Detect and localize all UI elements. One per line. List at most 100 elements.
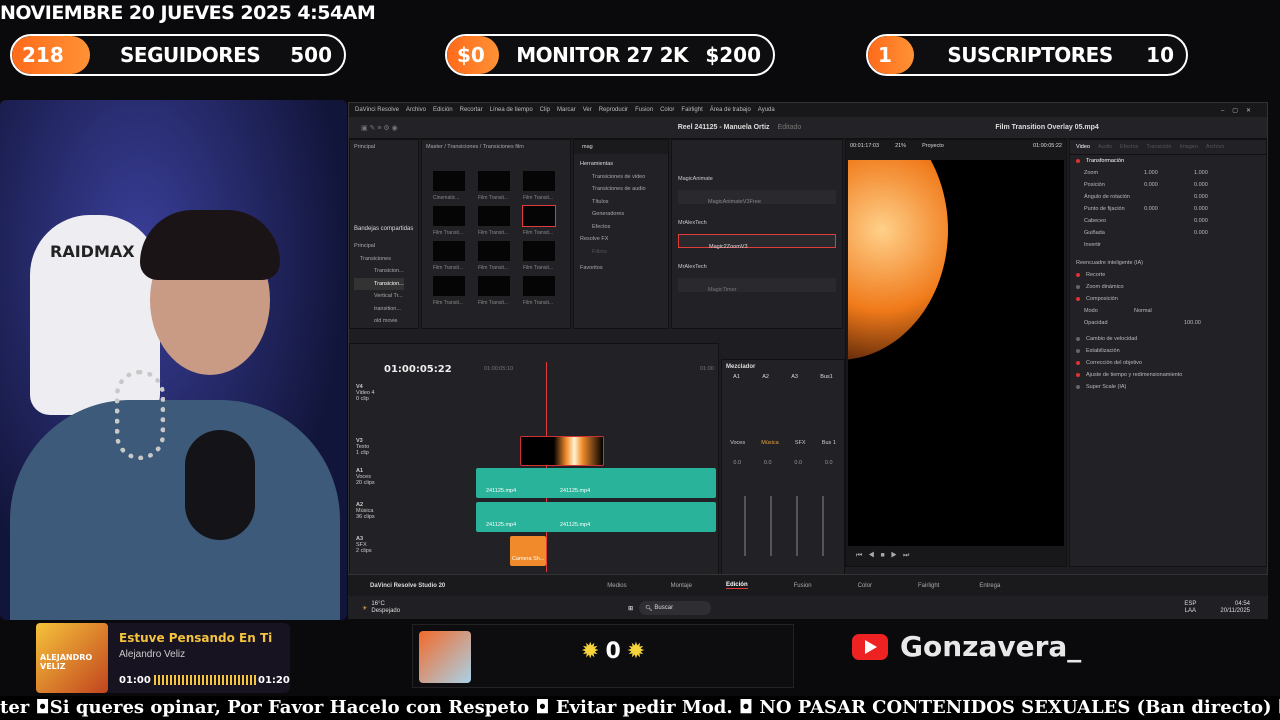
clip-thumbnail[interactable]: Film Transit... xyxy=(477,240,511,271)
menu-item[interactable]: Reproducir xyxy=(599,107,628,113)
section-composite[interactable]: Composición xyxy=(1070,293,1266,305)
window-controls[interactable]: –▢✕ xyxy=(1221,107,1267,114)
menu-item[interactable]: Fairlight xyxy=(681,107,702,113)
weather-icon: ☀ xyxy=(362,605,368,612)
clip-thumbnail[interactable]: Film Transit... xyxy=(432,205,466,236)
now-playing-widget: ALEJANDRO VELIZ Estuve Pensando En Ti Al… xyxy=(36,623,290,693)
page-tab-edit[interactable]: Edición xyxy=(725,582,748,589)
taskbar-search[interactable]: 🔍︎ Buscar xyxy=(639,601,712,615)
param-row[interactable]: Zoom 1.000 1.000 xyxy=(1070,167,1266,179)
mixer-faders[interactable] xyxy=(732,496,836,556)
section-transform[interactable]: Transformación xyxy=(1070,155,1266,167)
toolbar-icons[interactable]: ▣ ✎ ≡ ⚙ ◉ xyxy=(361,124,398,132)
menu-item[interactable]: Área de trabajo xyxy=(710,107,751,113)
param-row[interactable]: Cabeceo 0.000 xyxy=(1070,215,1266,227)
clip-thumbnail[interactable]: Film Transit... xyxy=(522,275,556,306)
bin-item[interactable]: Transicion... xyxy=(354,265,404,278)
inspector-tab[interactable]: Efectos xyxy=(1120,144,1138,150)
effects-search[interactable]: mag xyxy=(574,140,668,154)
page-tab-deliver[interactable]: Entrega xyxy=(979,583,1000,589)
effects-tree-item[interactable]: Transiciones de audio xyxy=(580,183,668,196)
section-smart-reframe[interactable]: Reencuadre inteligente (IA) xyxy=(1070,257,1266,269)
menu-item[interactable]: Edición xyxy=(433,107,453,113)
effects-tree-item[interactable]: Favoritos xyxy=(580,262,668,275)
section-retime[interactable]: Ajuste de tiempo y redimensionamiento xyxy=(1070,369,1266,381)
clip-thumbnail[interactable]: Film Transit... xyxy=(477,275,511,306)
page-tab-cut[interactable]: Montaje xyxy=(671,583,692,589)
audio-clip-voces[interactable]: 241125.mp4 241125.mp4 xyxy=(476,468,716,498)
effects-tree-item[interactable]: Resolve FX xyxy=(580,233,668,246)
inspector-tab[interactable]: Video xyxy=(1076,144,1090,150)
effects-tree-item[interactable]: Generadores xyxy=(580,208,668,221)
playhead[interactable] xyxy=(546,362,547,572)
inspector-tab[interactable]: Audio xyxy=(1098,144,1112,150)
menu-item[interactable]: Color xyxy=(660,107,674,113)
page-tab-fairlight[interactable]: Fairlight xyxy=(918,583,939,589)
menu-item[interactable]: DaVinci Resolve xyxy=(355,107,399,113)
menu-item[interactable]: Archivo xyxy=(406,107,426,113)
weather-widget[interactable]: 16°C Despejado xyxy=(371,601,400,615)
bin-item-selected[interactable]: Transicion... xyxy=(354,277,404,290)
taskbar-clock[interactable]: 04:54 20/11/2025 xyxy=(1220,601,1250,615)
bin-item[interactable]: Principal xyxy=(354,240,404,253)
section-crop[interactable]: Recorte xyxy=(1070,269,1266,281)
mixer-channel: A3 xyxy=(791,374,798,380)
effects-tree-item[interactable]: Filtros xyxy=(580,246,668,259)
section-super-scale[interactable]: Super Scale (IA) xyxy=(1070,381,1266,393)
effects-tree-item[interactable]: Efectos xyxy=(580,221,668,234)
param-row[interactable]: Posición 0.000 0.000 xyxy=(1070,179,1266,191)
sfx-clip[interactable]: Camera Sh... xyxy=(510,536,546,566)
effect-item[interactable]: MagicAnimateV3Free xyxy=(678,190,836,205)
mixer-panel: Mezclador A1 A2 A3 Bus1 Voces Música SFX… xyxy=(721,359,845,575)
audio-clip-musica[interactable]: 241125.mp4 241125.mp4 xyxy=(476,502,716,532)
viewer-canvas[interactable] xyxy=(848,160,1064,546)
effect-item-selected[interactable]: Magic2ZoomV3 xyxy=(678,234,836,250)
section-speed[interactable]: Cambio de velocidad xyxy=(1070,333,1266,345)
menu-item[interactable]: Marcar xyxy=(557,107,576,113)
clip-thumbnail[interactable]: Film Transit... xyxy=(477,170,511,201)
clip-thumbnail[interactable]: Film Transit... xyxy=(432,275,466,306)
menu-item[interactable]: Ayuda xyxy=(758,107,775,113)
param-row[interactable]: Ángulo de rotación 0.000 xyxy=(1070,191,1266,203)
transition-clip[interactable] xyxy=(520,436,604,466)
clip-thumbnail[interactable]: Film Transit... xyxy=(522,170,556,201)
clip-thumbnail[interactable]: Film Transit... xyxy=(522,240,556,271)
bin-item[interactable]: transition... xyxy=(354,303,404,316)
section-lens-correction[interactable]: Corrección del objetivo xyxy=(1070,357,1266,369)
page-tab-media[interactable]: Medios xyxy=(607,583,626,589)
param-row[interactable]: Guiñada 0.000 xyxy=(1070,227,1266,239)
menu-item[interactable]: Línea de tiempo xyxy=(490,107,533,113)
menu-item[interactable]: Fusion xyxy=(635,107,653,113)
inspector-tab[interactable]: Archivo xyxy=(1206,144,1224,150)
menu-item[interactable]: Ver xyxy=(583,107,592,113)
menu-item[interactable]: Recortar xyxy=(460,107,483,113)
bin-item[interactable]: old movie xyxy=(354,315,404,328)
language-indicator[interactable]: ESP LAA xyxy=(1184,601,1196,615)
effects-tree-item[interactable]: Herramientas xyxy=(580,158,668,171)
effect-item[interactable]: MagicTimer xyxy=(678,278,836,293)
inspector-tab[interactable]: Imagen xyxy=(1180,144,1198,150)
effects-tree-item[interactable]: Títulos xyxy=(580,196,668,209)
clip-thumbnail[interactable]: Cinematic... xyxy=(432,170,466,201)
page-tab-fusion[interactable]: Fusion xyxy=(794,583,812,589)
inspector-tab[interactable]: Transición xyxy=(1146,144,1171,150)
clip-thumbnail[interactable]: Film Transit... xyxy=(432,240,466,271)
effects-tree-item[interactable]: Transiciones de video xyxy=(580,171,668,184)
section-dynamic-zoom[interactable]: Zoom dinámico xyxy=(1070,281,1266,293)
bin-item[interactable]: Vertical Tr... xyxy=(354,290,404,303)
timeline-timecode: 01:00:05:22 xyxy=(384,364,452,375)
opacity-row[interactable]: Opacidad 100.00 xyxy=(1070,317,1266,329)
viewer-zoom[interactable]: 21% xyxy=(895,143,906,149)
param-row[interactable]: Punto de fijación 0.000 0.000 xyxy=(1070,203,1266,215)
clip-thumbnail[interactable]: Film Transit... xyxy=(477,205,511,236)
page-tab-color[interactable]: Color xyxy=(858,583,872,589)
transport-controls[interactable]: ⏮◀■▶⏭ xyxy=(856,552,915,560)
bin-root[interactable]: Principal xyxy=(350,140,418,154)
section-stabilization[interactable]: Estabilización xyxy=(1070,345,1266,357)
param-row[interactable]: Invertir xyxy=(1070,239,1266,251)
windows-start-icon[interactable]: ⊞ xyxy=(628,605,633,612)
composite-mode-row[interactable]: Modo Normal xyxy=(1070,305,1266,317)
bin-item[interactable]: Transiciones xyxy=(354,253,404,266)
menu-item[interactable]: Clip xyxy=(540,107,550,113)
clip-thumbnail-selected[interactable]: Film Transit... xyxy=(522,205,556,236)
